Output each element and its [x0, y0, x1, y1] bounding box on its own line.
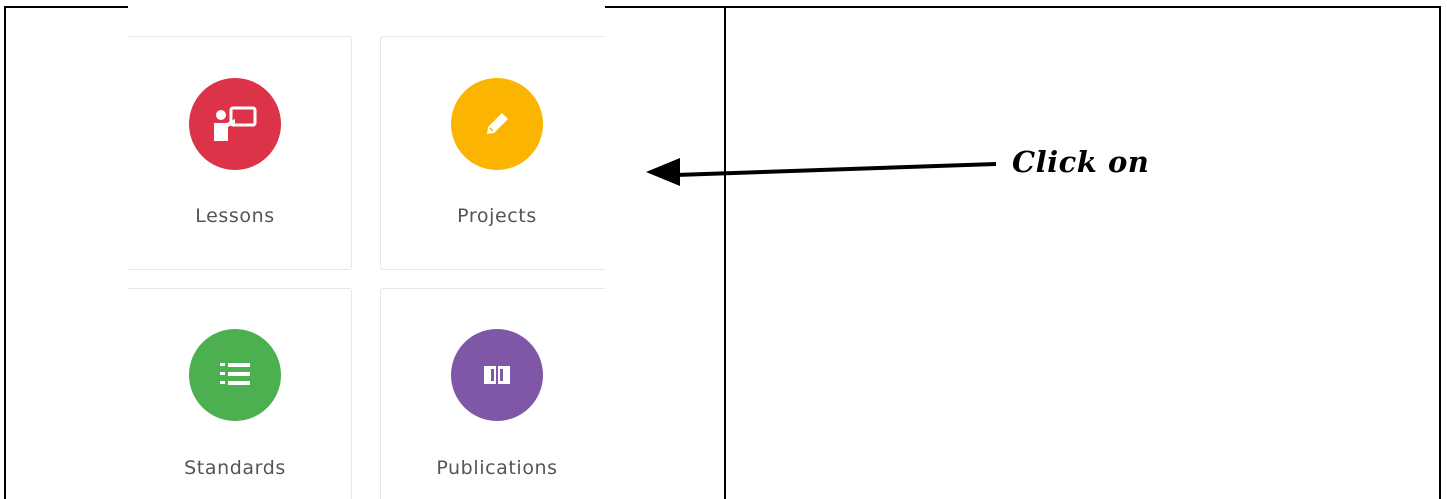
embedded-screenshot: Lessons Projects Standards Publications — [128, 8, 605, 499]
pencil-icon — [487, 113, 508, 134]
publications-icon-circle — [451, 329, 543, 421]
tile-projects[interactable]: Projects — [380, 36, 605, 270]
tile-publications-label: Publications — [436, 457, 558, 479]
tile-standards[interactable]: Standards — [128, 288, 352, 499]
tile-publications[interactable]: Publications — [380, 288, 605, 499]
tile-projects-label: Projects — [457, 205, 537, 227]
projects-icon-circle — [451, 78, 543, 170]
tile-lessons-label: Lessons — [195, 205, 275, 227]
left-arrow-icon — [646, 158, 996, 186]
tile-standards-label: Standards — [184, 457, 286, 479]
lessons-icon-circle — [189, 78, 281, 170]
standards-icon-circle — [189, 329, 281, 421]
table-cell-divider — [724, 6, 726, 499]
tile-lessons[interactable]: Lessons — [128, 36, 352, 270]
teacher-board-icon — [214, 106, 257, 141]
open-book-icon — [484, 366, 510, 384]
click-on-annotation: Click on — [1012, 145, 1150, 179]
numbered-list-icon — [220, 363, 250, 385]
